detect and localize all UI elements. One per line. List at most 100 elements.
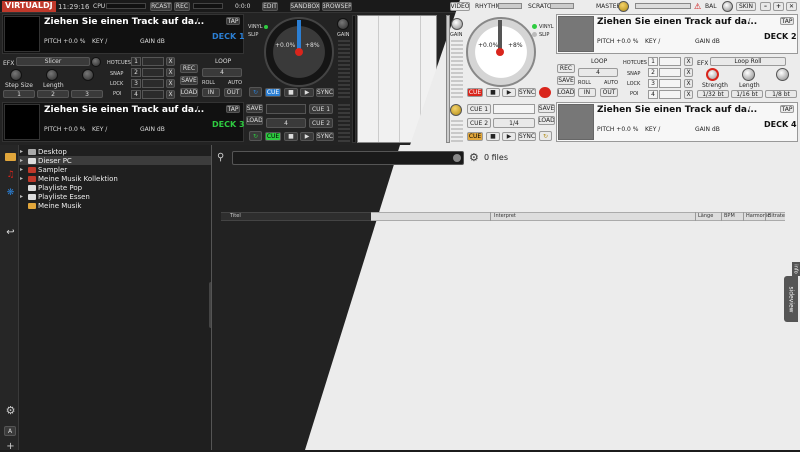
add-icon[interactable]: + [3,440,18,452]
deck4-sync-icon[interactable]: ↻ [539,131,552,141]
deck3-tap-button[interactable]: TAP [226,105,240,113]
folder-icon[interactable] [3,151,18,163]
column-bpm[interactable]: BPM [724,213,735,219]
gain-knob-left[interactable] [337,18,349,30]
deck1-cue-button[interactable]: CUE [265,88,281,97]
fx-right-select[interactable]: Loop Roll [710,57,786,66]
deck2-loop-rec[interactable]: REC [557,64,575,73]
loop-rec-button[interactable]: REC [180,64,198,73]
deck1-stop-button[interactable]: ■ [284,88,298,97]
effects-icon[interactable]: ❋ [3,187,18,199]
tree-item-playliste-pop[interactable]: Playliste Pop [20,183,82,192]
tree-item-dieser-pc[interactable]: ▸ Dieser PC [19,156,212,165]
hotcue-delete-3[interactable]: X [166,79,175,88]
deck4-load-button[interactable]: LOAD [538,116,555,125]
column-title[interactable]: Titel [230,213,241,219]
sandbox-button[interactable]: SANDBOX [290,2,320,11]
deck3-play-button[interactable]: ▶ [300,132,314,141]
rcast-button[interactable]: RCAST [150,2,172,11]
vinyl-led-right[interactable] [532,24,537,29]
loop-out-button[interactable]: OUT [224,88,242,97]
column-length[interactable]: Länge [698,213,713,219]
deck3-cue-name[interactable] [266,104,306,114]
search-input[interactable] [232,151,464,165]
browser-button[interactable]: BROWSER [322,2,352,11]
hotcue-delete-1[interactable]: X [166,57,175,66]
deck2-cue-button[interactable]: CUE [467,88,483,97]
fx-left-length-knob[interactable] [46,69,58,81]
rhythm-toggle[interactable] [498,3,522,9]
settings-gear-icon[interactable]: ⚙ [3,404,18,417]
deck2-hotcue-delete-1[interactable]: X [684,57,693,66]
deck2-stop-button[interactable]: ■ [486,88,500,97]
fx-right-btn-1[interactable]: 1/32 bt [697,90,729,98]
video-button[interactable]: VIDEO [450,2,470,11]
back-icon[interactable]: ↩ [3,226,18,238]
balance-knob[interactable] [722,1,733,12]
deck3-loop-length[interactable]: 4 [266,118,306,128]
tree-item-desktop[interactable]: ▸ Desktop [20,147,67,156]
master-knob[interactable] [618,1,629,12]
deck4-cue1-button[interactable]: CUE 1 [467,104,491,114]
deck3-stop-button[interactable]: ■ [284,132,298,141]
hotcue-delete-4[interactable]: X [166,90,175,99]
deck2-sync-icon[interactable] [539,87,551,98]
a-button[interactable]: A [4,426,16,436]
fx-left-select[interactable]: Slicer [16,57,90,66]
deck4-sync-button[interactable]: SYNC [518,132,536,141]
gain-knob-right[interactable] [451,18,463,30]
deck1-tap-button[interactable]: TAP [226,17,240,25]
sideview-tab[interactable]: sideview [784,276,798,322]
deck2-hotcue-name-1[interactable] [659,57,681,66]
edit-button[interactable]: EDIT [262,2,278,11]
deck3-sync-icon[interactable]: ↻ [249,131,262,141]
deck4-save-button[interactable]: SAVE [538,104,555,113]
fx-left-param3-knob[interactable] [82,69,94,81]
hotcue-delete-2[interactable]: X [166,68,175,77]
deck2-hotcue-4[interactable]: 4 [648,90,658,99]
warning-icon[interactable]: ⚠ [694,2,704,11]
deck2-tap-button[interactable]: TAP [780,17,794,25]
scratch-toggle[interactable] [550,3,574,9]
deck1-sync-icon[interactable]: ↻ [249,87,262,97]
loop-in-button[interactable]: IN [202,88,220,97]
deck2-play-button[interactable]: ▶ [502,88,516,97]
deck2-hotcue-1[interactable]: 1 [648,57,658,66]
deck4-loop-length[interactable]: 1/4 [493,118,535,128]
loop-load-button[interactable]: LOAD [180,88,198,97]
slip-led-right[interactable] [532,32,537,37]
deck2-hotcue-name-2[interactable] [659,68,681,77]
deck2-hotcue-2[interactable]: 2 [648,68,658,77]
tree-item-kollektion[interactable]: ▸ Meine Musik Kollektion [20,174,118,183]
deck3-load-button[interactable]: LOAD [246,116,263,125]
column-artist[interactable]: Interpret [494,213,516,219]
deck3-cue-button[interactable]: CUE [265,132,281,141]
hotcue-3[interactable]: 3 [131,79,141,88]
deck2-loop-load[interactable]: LOAD [557,88,575,97]
deck2-loop-length[interactable]: 4 [578,68,618,77]
file-options-gear-icon[interactable]: ⚙ [469,152,481,164]
deck4-stop-button[interactable]: ■ [486,132,500,141]
gain-knob-right-bottom[interactable] [450,104,462,116]
pitch-slider-right[interactable] [446,15,450,143]
fx-left-btn-2[interactable]: 2 [37,90,69,98]
search-clear-icon[interactable] [453,154,461,162]
deck4-play-button[interactable]: ▶ [502,132,516,141]
tree-item-meine-musik[interactable]: Meine Musik [20,201,81,210]
deck2-hotcue-delete-2[interactable]: X [684,68,693,77]
hotcue-2[interactable]: 2 [131,68,141,77]
deck4-tap-button[interactable]: TAP [780,105,794,113]
deck1-sync-button[interactable]: SYNC [316,88,334,97]
deck3-sync-button[interactable]: SYNC [316,132,334,141]
deck3-cue1-button[interactable]: CUE 1 [309,104,333,114]
tree-item-playliste-essen[interactable]: ▸ Playliste Essen [20,192,90,201]
fx-right-length-knob[interactable] [742,68,755,81]
deck4-cue-button[interactable]: CUE [467,132,483,141]
deck2-loop-in[interactable]: IN [578,88,596,97]
rec-button[interactable]: REC [174,2,190,11]
sampler-icon[interactable]: ♫ [3,169,18,181]
hotcue-name-1[interactable] [142,57,164,66]
deck3-cue2-button[interactable]: CUE 2 [309,118,333,128]
fx-right-btn-3[interactable]: 1/8 bt [765,90,797,98]
fx-right-btn-2[interactable]: 1/16 bt [731,90,763,98]
